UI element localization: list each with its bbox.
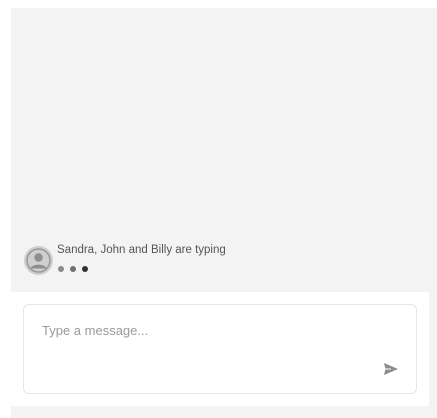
messages-area[interactable]: Sandra, John and Billy are typing [11, 8, 437, 292]
composer-panel [11, 292, 429, 406]
message-composer [23, 304, 417, 394]
send-button[interactable] [382, 361, 400, 377]
send-icon [384, 363, 398, 375]
typing-text: Sandra, John and Billy are typing [57, 244, 226, 256]
typing-dot [58, 266, 64, 272]
typing-dot [70, 266, 76, 272]
typing-dots [58, 266, 98, 274]
typing-dot [82, 266, 88, 272]
chat-window: Sandra, John and Billy are typing [11, 8, 437, 418]
user-avatar-icon [24, 246, 53, 275]
message-input[interactable] [42, 323, 362, 363]
